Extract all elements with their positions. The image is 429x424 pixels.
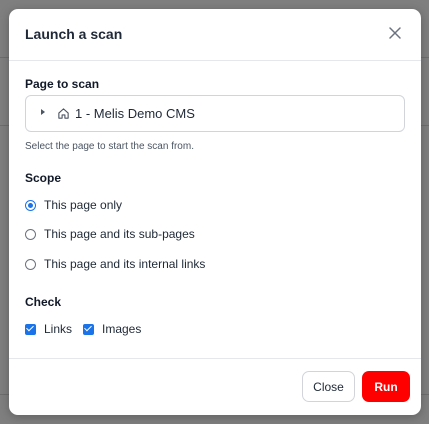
page-tree-selector[interactable]: 1 - Melis Demo CMS [25, 95, 405, 132]
page-help-text: Select the page to start the scan from. [25, 141, 194, 152]
scope-option-sub-pages[interactable]: This page and its sub-pages [25, 225, 195, 243]
page-tree-node-label[interactable]: 1 - Melis Demo CMS [75, 106, 195, 121]
radio-unchecked[interactable] [25, 228, 36, 240]
scope-option-label: This page only [44, 198, 123, 212]
check-option-links[interactable]: Links [25, 320, 72, 338]
home-icon [58, 108, 69, 119]
radio-checked[interactable] [25, 199, 36, 211]
scope-option-label: This page and its internal links [44, 257, 206, 271]
scope-option-internal-links[interactable]: This page and its internal links [25, 255, 205, 273]
close-icon[interactable] [387, 25, 403, 41]
dialog-title: Launch a scan [25, 26, 123, 42]
radio-unchecked[interactable] [25, 258, 36, 270]
check-option-label: Images [102, 322, 142, 336]
page-to-scan-label: Page to scan [25, 77, 100, 91]
expand-caret-icon[interactable] [41, 109, 45, 115]
checkbox-checked[interactable] [83, 323, 94, 335]
launch-scan-dialog: Launch a scan Page to scan 1 - Melis Dem… [9, 9, 421, 415]
close-button[interactable]: Close [302, 371, 355, 402]
scope-option-page-only[interactable]: This page only [25, 196, 122, 214]
dialog-footer: Close Run [9, 358, 421, 415]
scope-label: Scope [25, 171, 62, 185]
checkbox-checked[interactable] [25, 323, 36, 335]
check-option-images[interactable]: Images [83, 320, 141, 338]
check-label: Check [25, 295, 62, 309]
run-button[interactable]: Run [362, 371, 410, 402]
check-option-label: Links [44, 322, 73, 336]
scope-option-label: This page and its sub-pages [44, 227, 195, 241]
dialog-header: Launch a scan [9, 9, 421, 61]
